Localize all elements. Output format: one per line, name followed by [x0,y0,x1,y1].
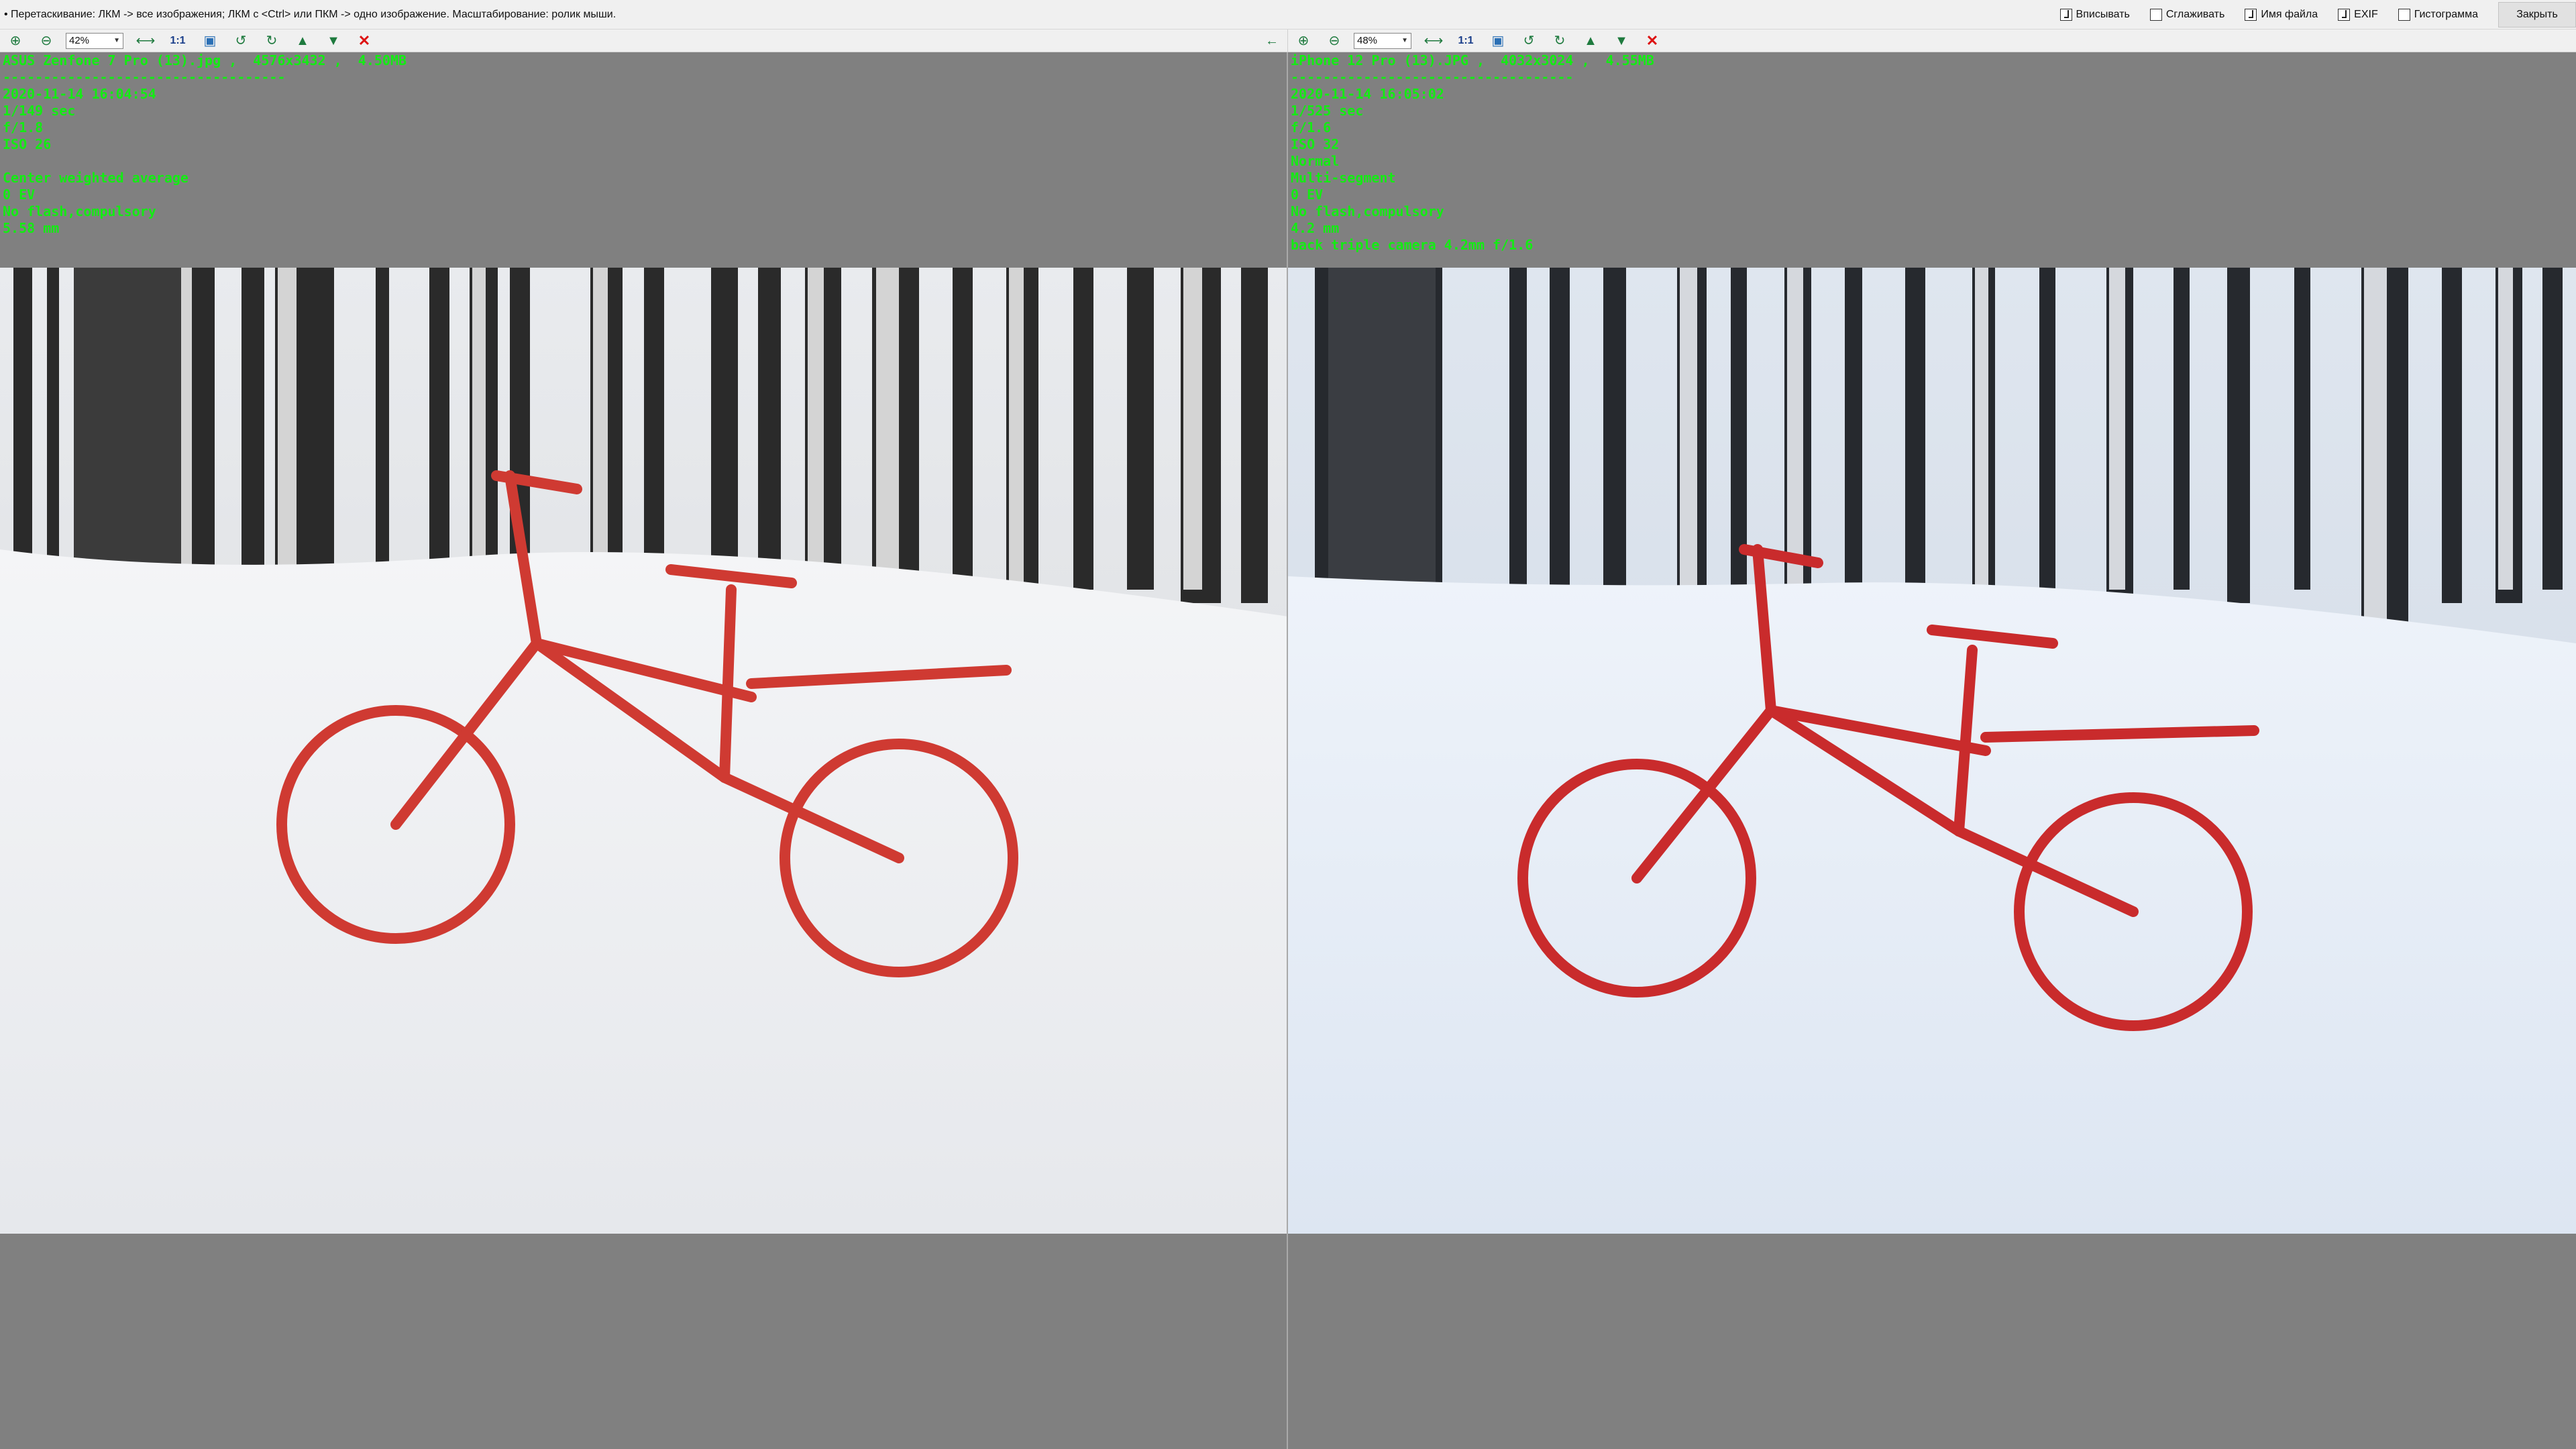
close-image-icon[interactable]: ✕ [1642,31,1662,51]
fit-window-icon[interactable]: ▣ [200,31,220,51]
exif-line: Center weighted average [3,170,189,186]
filename-checkbox-label: Имя файла [2261,9,2318,20]
exif-checkbox[interactable]: EXIF [2338,0,2378,30]
right-zoom-select[interactable]: 48% ▼ [1354,32,1411,49]
left-zoom-select[interactable]: 42% ▼ [66,32,123,49]
exif-line: No flash,compulsory [3,203,156,219]
exif-line: Multi-segment [1291,170,1396,186]
exif-line: 2020-11-14 16:05:02 [1291,86,1444,102]
exif-line: ISO 26 [3,136,52,152]
filename-checkbox-box[interactable] [2245,9,2257,21]
smooth-checkbox-box[interactable] [2149,9,2162,21]
exif-line: iPhone 12 Pro (13).JPG , 4032x3024 , 4.5… [1291,52,1654,68]
left-zoom-value: 42% [69,35,90,46]
exif-line: 0 EV [1291,186,1324,203]
left-photo[interactable] [0,268,1288,1234]
exif-line: f/1.6 [1291,119,1332,136]
right-exif-overlay: iPhone 12 Pro (13).JPG , 4032x3024 , 4.5… [1291,52,1654,254]
exif-line: ASUS Zenfone 7 Pro (13).jpg , 4576x3432 … [3,52,407,68]
exif-line: 4.2 mm [1291,220,1340,236]
exif-line: No flash,compulsory [1291,203,1444,219]
fit-checkbox-label: Вписывать [2076,9,2130,20]
exif-line: ----------------------------------- [3,69,286,85]
exif-checkbox-box[interactable] [2338,9,2351,21]
view-options: Вписывать Сглаживать Имя файла EXIF Гист… [2059,0,2576,30]
rotate-right-icon[interactable]: ↻ [262,31,282,51]
fit-checkbox-box[interactable] [2059,9,2072,21]
right-snow [1288,576,2576,1234]
save-image-icon[interactable]: ▼ [1611,31,1631,51]
smooth-checkbox-label: Сглаживать [2165,9,2225,20]
zoom-out-icon[interactable]: ⊖ [1324,31,1344,51]
right-image-pane[interactable]: iPhone 12 Pro (13).JPG , 4032x3024 , 4.5… [1288,52,2576,1449]
fit-checkbox[interactable]: Вписывать [2059,0,2130,30]
exif-line: 5.58 mm [3,220,60,236]
right-zoom-value: 48% [1357,35,1378,46]
exif-line [3,153,407,170]
exif-line: ----------------------------------- [1291,69,1574,85]
right-photo[interactable] [1288,268,2576,1234]
left-toolbar: ⊕ ⊖ 42% ▼ ⟷ 1:1 ▣ ↺ ↻ ▲ ▼ ✕ ← [0,30,1288,52]
exif-line: back triple camera 4.2mm f/1.6 [1291,237,1534,253]
exif-checkbox-label: EXIF [2354,9,2378,20]
usage-hint: • Перетаскивание: ЛКМ -> все изображения… [4,9,616,20]
histogram-checkbox[interactable]: Гистограмма [2398,0,2478,30]
zoom-in-icon[interactable]: ⊕ [1293,31,1313,51]
left-exif-overlay: ASUS Zenfone 7 Pro (13).jpg , 4576x3432 … [3,52,407,237]
exif-line: 1/149 sec [3,103,76,119]
top-bar: • Перетаскивание: ЛКМ -> все изображения… [0,0,2576,30]
exif-line: Normal [1291,153,1340,169]
left-snow [0,549,1287,1234]
chevron-down-icon: ▼ [1401,37,1408,44]
zoom-in-icon[interactable]: ⊕ [5,31,25,51]
exif-line: ISO 32 [1291,136,1340,152]
chevron-down-icon: ▼ [113,37,120,44]
close-button[interactable]: Закрыть [2498,2,2576,28]
fit-arrows-icon[interactable]: ⟷ [1424,31,1444,51]
zoom-out-icon[interactable]: ⊖ [36,31,56,51]
right-toolbar: ⊕ ⊖ 48% ▼ ⟷ 1:1 ▣ ↺ ↻ ▲ ▼ ✕ [1288,30,2576,52]
load-image-icon[interactable]: ▲ [292,31,313,51]
rotate-left-icon[interactable]: ↺ [1519,31,1539,51]
exif-line: 2020-11-14 16:04:54 [3,86,156,102]
save-image-icon[interactable]: ▼ [323,31,343,51]
smooth-checkbox[interactable]: Сглаживать [2149,0,2225,30]
rotate-left-icon[interactable]: ↺ [231,31,251,51]
fit-arrows-icon[interactable]: ⟷ [136,31,156,51]
left-image-pane[interactable]: ASUS Zenfone 7 Pro (13).jpg , 4576x3432 … [0,52,1288,1449]
fit-window-icon[interactable]: ▣ [1488,31,1508,51]
left-actual-size-button[interactable]: 1:1 [166,31,189,51]
rotate-right-icon[interactable]: ↻ [1550,31,1570,51]
histogram-checkbox-label: Гистограмма [2414,9,2478,20]
load-image-icon[interactable]: ▲ [1580,31,1601,51]
exif-line: f/1.8 [3,119,44,136]
exif-line: 1/525 sec [1291,103,1364,119]
swap-left-icon[interactable]: ← [1262,31,1282,51]
histogram-checkbox-box[interactable] [2398,9,2410,21]
exif-line: 0 EV [3,186,36,203]
close-image-icon[interactable]: ✕ [354,31,374,51]
right-actual-size-button[interactable]: 1:1 [1454,31,1477,51]
filename-checkbox[interactable]: Имя файла [2245,0,2318,30]
